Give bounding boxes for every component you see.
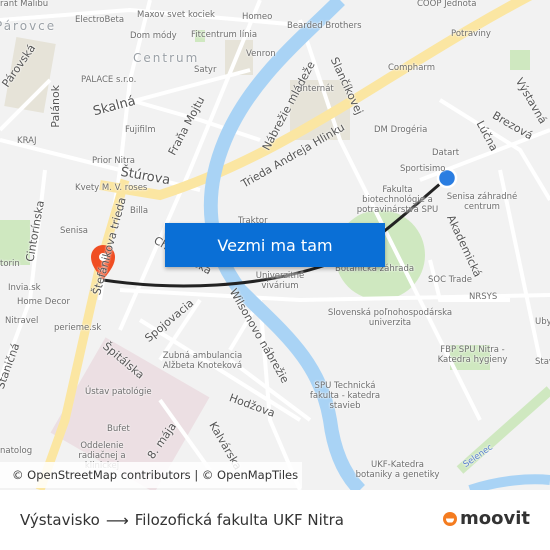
poi-label: Sportisimo	[400, 164, 446, 174]
poi-label: NRSYS	[469, 292, 498, 302]
poi-label: Slovenská poľnohospodárska univerzita	[327, 308, 453, 328]
poi-label: Ústav patológie	[85, 387, 152, 397]
poi-label: Potraviny	[451, 29, 491, 39]
poi-label: Homeo	[242, 12, 273, 22]
destination-label: Filozofická fakulta UKF Nitra	[134, 511, 344, 529]
poi-label: PALACE s.r.o.	[81, 75, 137, 85]
poi-label: COOP Jednota	[417, 0, 477, 9]
poi-label: Fakulta biotechnológie a potravinárstva …	[356, 185, 439, 215]
poi-label: Bearded Brothers	[287, 21, 362, 31]
district-label: Centrum	[133, 51, 200, 65]
poi-label: Satyr	[194, 65, 217, 75]
origin-label: Výstavisko	[20, 511, 100, 529]
poi-label: Home Decor	[17, 297, 70, 307]
poi-label: Dom módy	[130, 31, 177, 41]
poi-label: torin	[0, 259, 20, 269]
poi-label: Zubná ambulancia Alžbeta Knoteková	[162, 351, 243, 371]
poi-label: Fujifilm	[125, 125, 156, 135]
poi-label: Internát	[300, 84, 334, 94]
poi-label: Senisa	[60, 226, 89, 236]
arrow-right-icon: ⟶	[105, 510, 129, 530]
street-label: Palánok	[49, 84, 63, 128]
district-label: Párovce	[0, 19, 57, 33]
poi-label: Stav	[535, 357, 550, 367]
moovit-logo-icon	[443, 511, 457, 526]
poi-label: Prior Nitra	[92, 156, 135, 166]
poi-label: Senisa záhradné centrum	[446, 192, 518, 212]
poi-label: Maxov svet kociek	[137, 10, 215, 20]
poi-label: SOC Trade	[428, 275, 472, 285]
map[interactable]: Štúrova Trieda Andreja Hlinku Nábrežie m…	[0, 0, 550, 490]
poi-label: natolog	[0, 446, 33, 456]
take-me-there-button[interactable]: Vezmi ma tam	[165, 223, 385, 267]
poi-label: Uby	[535, 317, 550, 327]
poi-label: ElectroBeta	[75, 15, 125, 25]
poi-label: Nitravel	[5, 316, 39, 326]
poi-label: Univerzitné vivárium	[255, 271, 305, 291]
poi-label: UKF-Katedra botaniky a genetiky	[355, 460, 440, 480]
poi-label: Fitcentrum línia	[191, 30, 258, 40]
moovit-wordmark: moovit	[460, 508, 530, 529]
poi-label: KRAJ	[17, 136, 37, 146]
poi-label: Datart	[432, 148, 460, 158]
poi-label: rant Malibu	[0, 0, 49, 9]
poi-label: FBP SPU Nitra - Katedra hygieny	[437, 345, 508, 365]
poi-label: DM Drogéria	[374, 125, 428, 135]
poi-label: SPU Technická fakulta - katedra stavieb	[309, 381, 381, 411]
moovit-logo: moovit	[443, 508, 530, 529]
poi-label: Billa	[130, 206, 149, 216]
poi-label: Compharm	[388, 63, 436, 73]
poi-label: perieme.sk	[54, 323, 102, 333]
poi-label: Kvety M. V. roses	[75, 183, 148, 193]
poi-label: Venron	[246, 49, 276, 59]
poi-label: Bufet	[107, 424, 130, 434]
map-attribution[interactable]: © OpenStreetMap contributors | © OpenMap…	[0, 462, 302, 488]
poi-label: Invia.sk	[8, 283, 41, 293]
